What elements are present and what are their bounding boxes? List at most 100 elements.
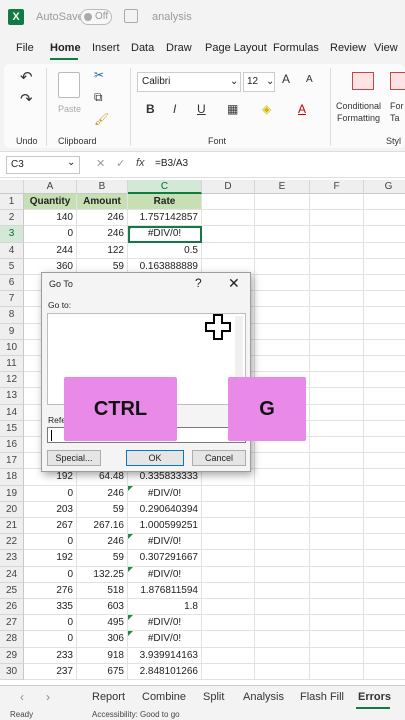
name-box[interactable]: C3 ⌄ (6, 156, 80, 174)
italic-button[interactable]: I (173, 102, 176, 116)
empty-cell[interactable] (364, 405, 405, 421)
empty-cell[interactable] (255, 534, 310, 551)
column-header-a[interactable]: A (24, 180, 77, 194)
error-indicator-icon[interactable] (128, 566, 133, 572)
column-header-f[interactable]: F (310, 180, 364, 194)
empty-cell[interactable] (364, 599, 405, 616)
table-cell[interactable]: 0 (24, 485, 77, 502)
table-cell[interactable]: 306 (77, 631, 128, 648)
empty-cell[interactable] (255, 550, 310, 567)
row-header[interactable]: 16 (0, 437, 24, 454)
row-header[interactable]: 21 (0, 518, 24, 535)
empty-cell[interactable] (255, 582, 310, 599)
empty-cell[interactable] (255, 307, 310, 324)
empty-cell[interactable] (310, 550, 364, 567)
empty-cell[interactable] (255, 631, 310, 648)
tab-data[interactable]: Data (131, 42, 154, 54)
chevron-left-icon[interactable]: ‹ (20, 690, 24, 704)
table-cell[interactable]: #DIV/0! (128, 485, 202, 502)
table-cell[interactable]: 0.307291667 (128, 550, 202, 567)
table-cell[interactable]: #DIV/0! (128, 226, 202, 243)
sheet-tab-split[interactable]: Split (203, 691, 224, 703)
table-cell[interactable]: 0 (24, 566, 77, 583)
row-header[interactable]: 10 (0, 339, 24, 356)
special-button[interactable]: Special... (47, 450, 101, 466)
empty-cell[interactable] (310, 388, 364, 405)
empty-cell[interactable] (310, 534, 364, 551)
table-cell[interactable]: 0.5 (128, 242, 202, 259)
empty-cell[interactable] (364, 664, 405, 680)
empty-cell[interactable] (310, 437, 364, 454)
conditional-formatting-button[interactable]: Conditional Formatting (336, 100, 381, 124)
row-header[interactable]: 29 (0, 647, 24, 664)
empty-cell[interactable] (202, 566, 255, 583)
header-cell[interactable]: Amount (77, 194, 128, 211)
empty-cell[interactable] (255, 242, 310, 259)
tab-page-layout[interactable]: Page Layout (205, 42, 267, 54)
row-header[interactable]: 30 (0, 663, 24, 680)
table-cell[interactable]: 246 (77, 210, 128, 227)
empty-cell[interactable] (364, 388, 405, 405)
shrink-font-icon[interactable]: A (306, 74, 313, 85)
empty-cell[interactable] (310, 242, 364, 259)
table-cell[interactable]: 3.939914163 (128, 647, 202, 664)
tab-draw[interactable]: Draw (166, 42, 192, 54)
table-cell[interactable]: 203 (24, 501, 77, 518)
format-as-table-button[interactable]: For Ta (390, 100, 404, 124)
column-header-c[interactable]: C (128, 180, 202, 194)
empty-cell[interactable] (364, 567, 405, 583)
error-indicator-icon[interactable] (128, 226, 133, 232)
table-cell[interactable]: 59 (77, 501, 128, 518)
empty-cell[interactable] (310, 420, 364, 437)
empty-cell[interactable] (310, 599, 364, 616)
empty-cell[interactable] (310, 453, 364, 470)
empty-cell[interactable] (364, 550, 405, 567)
table-cell[interactable]: 246 (77, 534, 128, 551)
row-header[interactable]: 11 (0, 356, 24, 373)
row-header[interactable]: 14 (0, 404, 24, 421)
empty-cell[interactable] (202, 615, 255, 632)
file-name[interactable]: analysis (152, 11, 192, 23)
table-cell[interactable]: 0 (24, 226, 77, 243)
empty-cell[interactable] (255, 647, 310, 664)
table-cell[interactable]: 132.25 (77, 566, 128, 583)
empty-cell[interactable] (202, 599, 255, 616)
table-cell[interactable]: 276 (24, 582, 77, 599)
empty-cell[interactable] (202, 631, 255, 648)
column-header-g[interactable]: G (364, 180, 405, 194)
formula-input[interactable]: =B3/A3 (155, 158, 188, 169)
header-cell[interactable]: Rate (128, 194, 202, 211)
table-cell[interactable]: 244 (24, 242, 77, 259)
table-cell[interactable]: #DIV/0! (128, 615, 202, 632)
row-header[interactable]: 27 (0, 615, 24, 632)
table-cell[interactable]: 335 (24, 599, 77, 616)
table-cell[interactable]: #DIV/0! (128, 566, 202, 583)
empty-cell[interactable] (255, 566, 310, 583)
row-header[interactable]: 9 (0, 323, 24, 340)
table-cell[interactable]: 233 (24, 647, 77, 664)
empty-cell[interactable] (364, 486, 405, 502)
empty-cell[interactable] (364, 421, 405, 437)
ok-button[interactable]: OK (126, 450, 184, 466)
empty-cell[interactable] (310, 518, 364, 535)
row-header[interactable]: 4 (0, 242, 24, 259)
sheet-tab-analysis[interactable]: Analysis (243, 691, 284, 703)
empty-cell[interactable] (255, 258, 310, 275)
empty-cell[interactable] (364, 453, 405, 470)
empty-cell[interactable] (364, 243, 405, 259)
empty-cell[interactable] (364, 534, 405, 551)
empty-cell[interactable] (255, 323, 310, 340)
tab-review[interactable]: Review (330, 42, 366, 54)
empty-cell[interactable] (310, 356, 364, 373)
table-cell[interactable]: 603 (77, 599, 128, 616)
empty-cell[interactable] (310, 631, 364, 648)
bold-button[interactable]: B (146, 102, 155, 116)
empty-cell[interactable] (364, 356, 405, 373)
empty-cell[interactable] (364, 437, 405, 454)
table-cell[interactable]: 1.8 (128, 599, 202, 616)
tab-insert[interactable]: Insert (92, 42, 120, 54)
accessibility-status[interactable]: Accessibility: Good to go (92, 710, 180, 719)
empty-cell[interactable] (364, 259, 405, 275)
empty-cell[interactable] (310, 647, 364, 664)
header-cell[interactable]: Quantity (24, 194, 77, 211)
